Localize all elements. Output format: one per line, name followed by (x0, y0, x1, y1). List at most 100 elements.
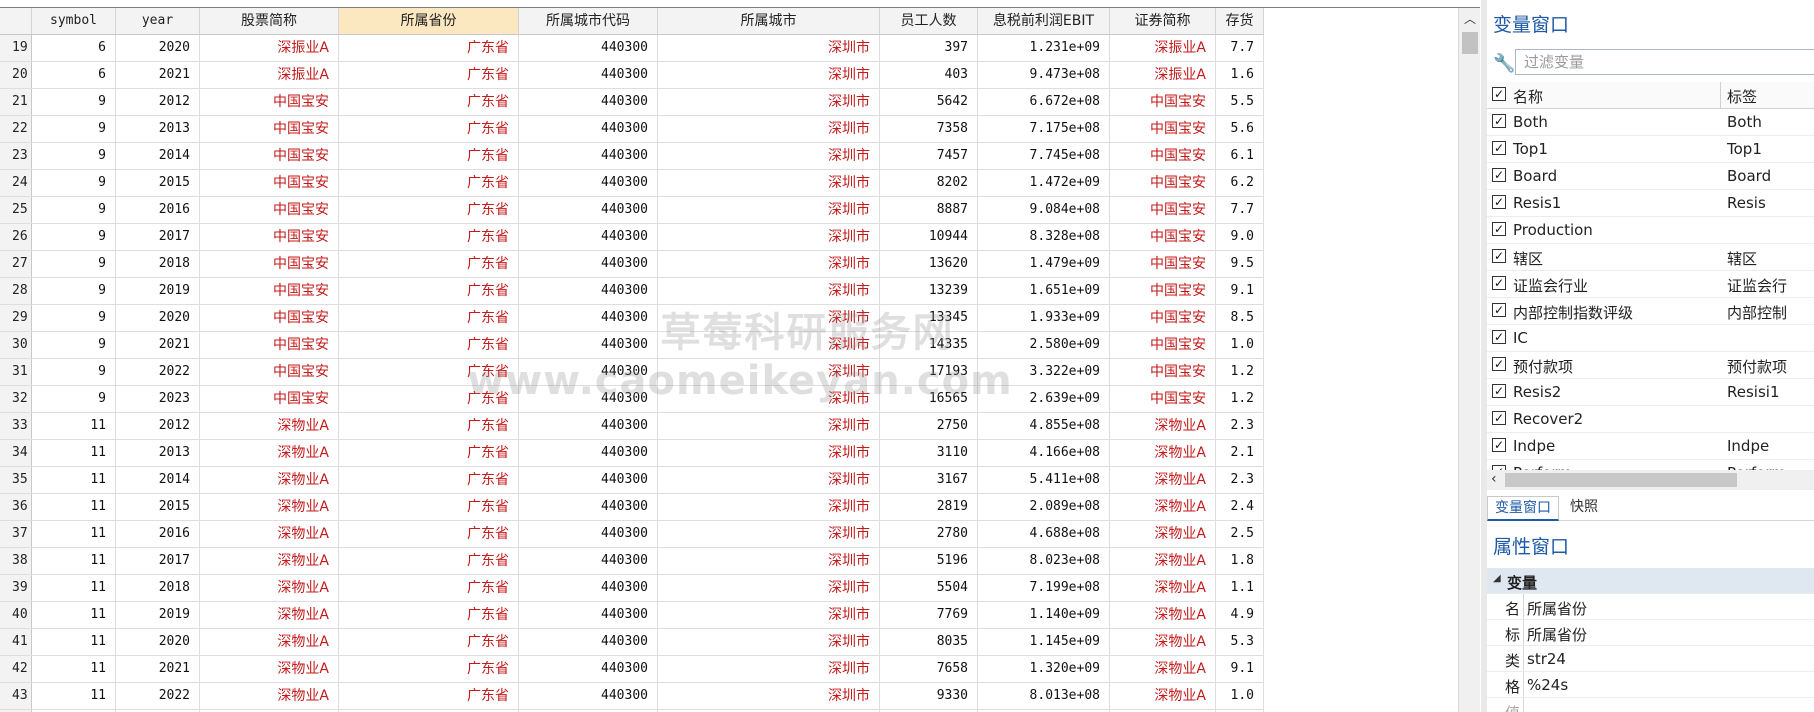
cell-citycode[interactable]: 440300 (519, 413, 658, 439)
cell-citycode[interactable]: 440300 (519, 278, 658, 304)
cell-city[interactable]: 深圳市 (658, 683, 880, 709)
cell-symbol[interactable]: 11 (32, 440, 116, 466)
cell-year[interactable]: 2014 (116, 467, 200, 493)
row-number[interactable]: 27 (0, 251, 32, 277)
cell-symbol[interactable]: 9 (32, 170, 116, 196)
cell-year[interactable]: 2021 (116, 656, 200, 682)
cell-ebit[interactable]: 4.166e+08 (978, 440, 1110, 466)
property-row[interactable]: 名所属省份 (1487, 594, 1814, 620)
cell-secname[interactable]: 中国宝安 (1110, 170, 1216, 196)
cell-stock[interactable]: 中国宝安 (200, 143, 339, 169)
cell-ebit[interactable]: 2.580e+09 (978, 332, 1110, 358)
variable-item[interactable]: ✓ IC (1487, 325, 1814, 352)
row-number[interactable]: 19 (0, 35, 32, 61)
cell-symbol[interactable]: 9 (32, 143, 116, 169)
cell-ebit[interactable]: 1.231e+09 (978, 35, 1110, 61)
variable-checkbox[interactable]: ✓ (1492, 195, 1506, 209)
data-grid[interactable]: symbol year 股票简称 所属省份 所属城市代码 所属城市 员工人数 息税前利润EBI… (0, 0, 1480, 712)
table-row[interactable]: 40 11 2019 深物业A 广东省 440300 深圳市 7769 1.140e+09 深物业… (0, 602, 1264, 629)
cell-inv[interactable]: 5.3 (1216, 629, 1264, 655)
cell-citycode[interactable]: 440300 (519, 170, 658, 196)
row-number[interactable]: 29 (0, 305, 32, 331)
cell-inv[interactable]: 7.7 (1216, 35, 1264, 61)
cell-secname[interactable]: 深物业A (1110, 467, 1216, 493)
cell-city[interactable]: 深圳市 (658, 305, 880, 331)
cell-secname[interactable]: 深物业A (1110, 521, 1216, 547)
cell-year[interactable]: 2020 (116, 305, 200, 331)
row-number[interactable]: 25 (0, 197, 32, 223)
name-column-header[interactable]: 名称 (1513, 86, 1543, 107)
cell-stock[interactable]: 深物业A (200, 440, 339, 466)
cell-inv[interactable]: 9.5 (1216, 251, 1264, 277)
cell-symbol[interactable]: 6 (32, 35, 116, 61)
row-number[interactable]: 38 (0, 548, 32, 574)
cell-province[interactable]: 广东省 (339, 197, 519, 223)
cell-symbol[interactable]: 9 (32, 332, 116, 358)
table-row[interactable]: 43 11 2022 深物业A 广东省 440300 深圳市 9330 8.013e+08 深物业… (0, 683, 1264, 710)
cell-year[interactable]: 2014 (116, 143, 200, 169)
row-number[interactable]: 42 (0, 656, 32, 682)
table-row[interactable]: 22 9 2013 中国宝安 广东省 440300 深圳市 7358 7.175e+08 中国宝安… (0, 116, 1264, 143)
table-row[interactable]: 34 11 2013 深物业A 广东省 440300 深圳市 3110 4.166e+08 深物业… (0, 440, 1264, 467)
cell-ebit[interactable]: 4.855e+08 (978, 413, 1110, 439)
cell-staff[interactable]: 7457 (880, 143, 978, 169)
cell-citycode[interactable]: 440300 (519, 629, 658, 655)
cell-symbol[interactable]: 9 (32, 251, 116, 277)
table-row[interactable]: 33 11 2012 深物业A 广东省 440300 深圳市 2750 4.855e+08 深物业… (0, 413, 1264, 440)
cell-province[interactable]: 广东省 (339, 467, 519, 493)
cell-citycode[interactable]: 440300 (519, 548, 658, 574)
cell-inv[interactable]: 1.2 (1216, 359, 1264, 385)
cell-year[interactable]: 2022 (116, 359, 200, 385)
table-row[interactable]: 27 9 2018 中国宝安 广东省 440300 深圳市 13620 1.479e+09 中国宝… (0, 251, 1264, 278)
row-number[interactable]: 22 (0, 116, 32, 142)
cell-citycode[interactable]: 440300 (519, 521, 658, 547)
property-value[interactable]: %24s (1527, 676, 1568, 694)
cell-ebit[interactable]: 6.672e+08 (978, 89, 1110, 115)
variable-checkbox[interactable]: ✓ (1492, 384, 1506, 398)
variable-item[interactable]: ✓ Top1 Top1 (1487, 136, 1814, 163)
cell-inv[interactable]: 1.0 (1216, 683, 1264, 709)
cell-inv[interactable]: 1.8 (1216, 548, 1264, 574)
variable-checkbox[interactable]: ✓ (1492, 330, 1506, 344)
table-row[interactable]: 19 6 2020 深振业A 广东省 440300 深圳市 397 1.231e+09 深振业A 7… (0, 35, 1264, 62)
cell-city[interactable]: 深圳市 (658, 359, 880, 385)
row-number[interactable]: 28 (0, 278, 32, 304)
cell-province[interactable]: 广东省 (339, 89, 519, 115)
cell-city[interactable]: 深圳市 (658, 494, 880, 520)
cell-year[interactable]: 2017 (116, 548, 200, 574)
cell-staff[interactable]: 8202 (880, 170, 978, 196)
cell-symbol[interactable]: 11 (32, 521, 116, 547)
cell-symbol[interactable]: 11 (32, 413, 116, 439)
cell-city[interactable]: 深圳市 (658, 386, 880, 412)
cell-year[interactable]: 2021 (116, 332, 200, 358)
cell-province[interactable]: 广东省 (339, 251, 519, 277)
cell-inv[interactable]: 1.2 (1216, 386, 1264, 412)
cell-staff[interactable]: 10944 (880, 224, 978, 250)
cell-stock[interactable]: 中国宝安 (200, 386, 339, 412)
table-row[interactable]: 21 9 2012 中国宝安 广东省 440300 深圳市 5642 6.672e+08 中国宝安… (0, 89, 1264, 116)
cell-year[interactable]: 2012 (116, 413, 200, 439)
cell-secname[interactable]: 中国宝安 (1110, 386, 1216, 412)
cell-province[interactable]: 广东省 (339, 116, 519, 142)
cell-year[interactable]: 2018 (116, 575, 200, 601)
cell-ebit[interactable]: 8.328e+08 (978, 224, 1110, 250)
cell-citycode[interactable]: 440300 (519, 143, 658, 169)
property-value[interactable]: str24 (1527, 650, 1566, 668)
cell-staff[interactable]: 13620 (880, 251, 978, 277)
cell-secname[interactable]: 深物业A (1110, 413, 1216, 439)
cell-province[interactable]: 广东省 (339, 629, 519, 655)
cell-staff[interactable]: 3110 (880, 440, 978, 466)
cell-city[interactable]: 深圳市 (658, 467, 880, 493)
table-row[interactable]: 42 11 2021 深物业A 广东省 440300 深圳市 7658 1.320e+09 深物业… (0, 656, 1264, 683)
cell-city[interactable]: 深圳市 (658, 629, 880, 655)
cell-staff[interactable]: 14335 (880, 332, 978, 358)
cell-ebit[interactable]: 2.639e+09 (978, 386, 1110, 412)
cell-secname[interactable]: 深振业A (1110, 35, 1216, 61)
cell-secname[interactable]: 中国宝安 (1110, 197, 1216, 223)
cell-symbol[interactable]: 11 (32, 629, 116, 655)
cell-year[interactable]: 2016 (116, 521, 200, 547)
cell-inv[interactable]: 9.0 (1216, 224, 1264, 250)
column-header-inv[interactable]: 存货 (1216, 8, 1264, 34)
table-row[interactable]: 37 11 2016 深物业A 广东省 440300 深圳市 2780 4.688e+08 深物业… (0, 521, 1264, 548)
cell-province[interactable]: 广东省 (339, 602, 519, 628)
